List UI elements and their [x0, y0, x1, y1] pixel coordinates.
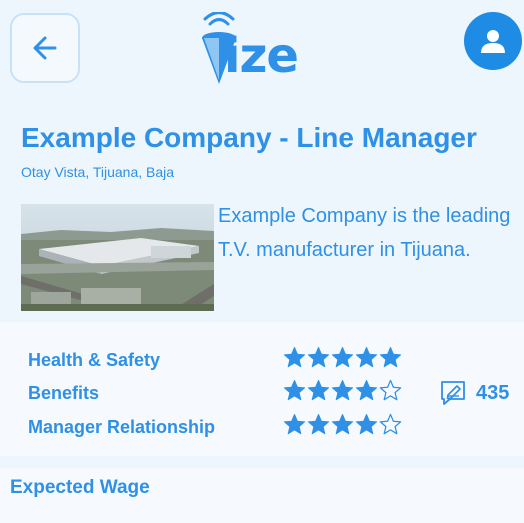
star-filled-icon	[307, 346, 330, 368]
expected-wage-section: Expected Wage	[0, 468, 524, 523]
expected-wage-title: Expected Wage	[10, 477, 150, 498]
review-edit-icon	[441, 381, 465, 405]
person-icon	[481, 30, 505, 53]
rating-row-benefits: Benefits	[0, 379, 420, 409]
ratings-panel: Health & Safety Benefits Manager Relatio…	[0, 322, 524, 456]
star-rating	[283, 346, 402, 369]
star-filled-icon	[355, 379, 378, 401]
profile-button[interactable]	[464, 12, 522, 70]
star-filled-icon	[331, 413, 354, 435]
logo-text: ize	[224, 28, 299, 84]
star-outline-icon	[379, 413, 402, 435]
star-filled-icon	[283, 413, 306, 435]
rating-label: Benefits	[28, 383, 100, 403]
star-filled-icon	[283, 379, 306, 401]
back-button[interactable]	[10, 13, 80, 83]
rating-label: Health & Safety	[28, 350, 161, 370]
rating-label: Manager Relationship	[28, 417, 216, 437]
header: ize	[0, 0, 524, 105]
arrow-left-icon	[33, 36, 57, 60]
star-filled-icon	[283, 346, 306, 368]
star-outline-icon	[379, 379, 402, 401]
star-filled-icon	[379, 346, 402, 368]
star-rating	[283, 413, 402, 436]
star-filled-icon	[331, 379, 354, 401]
star-filled-icon	[331, 346, 354, 368]
rating-row-health-safety: Health & Safety	[0, 346, 420, 376]
star-filled-icon	[307, 413, 330, 435]
company-photo	[21, 204, 214, 311]
reviews-button[interactable]: 435	[440, 380, 509, 406]
vize-logo: ize	[196, 12, 336, 92]
rating-row-manager-relationship: Manager Relationship	[0, 413, 420, 443]
job-location: Otay Vista, Tijuana, Baja	[21, 164, 175, 180]
review-count: 435	[476, 381, 510, 404]
job-description: Example Company is the leading T.V. manu…	[218, 205, 511, 261]
star-filled-icon	[355, 413, 378, 435]
star-rating	[283, 379, 402, 402]
star-filled-icon	[307, 379, 330, 401]
job-title: Example Company - Line Manager	[21, 122, 477, 153]
star-filled-icon	[355, 346, 378, 368]
